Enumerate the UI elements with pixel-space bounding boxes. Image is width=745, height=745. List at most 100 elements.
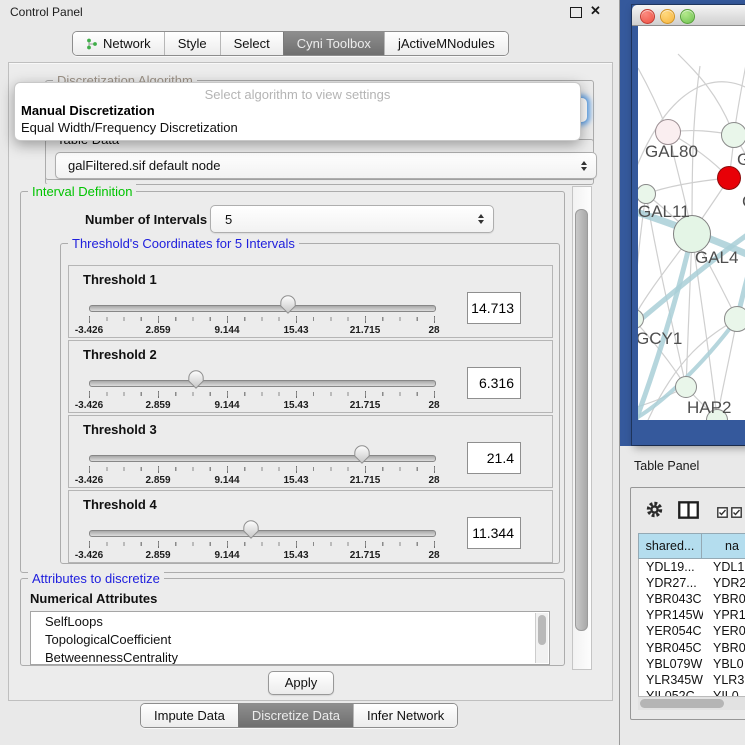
cell: YBR045C: [639, 641, 703, 655]
close-window-icon[interactable]: ✕: [590, 3, 601, 19]
list-item-selfloops[interactable]: SelfLoops: [31, 612, 549, 630]
network-window-titlebar[interactable]: [632, 5, 745, 26]
scale-label: 15.43: [283, 400, 308, 411]
cell: YPR1: [703, 608, 745, 622]
table-row[interactable]: YDL19...YDL1: [639, 559, 745, 575]
panel-scrollbar[interactable]: [572, 186, 592, 670]
threshold-4-slider[interactable]: -3.426 2.859 9.144 15.43 21.715 28: [89, 491, 434, 562]
threshold-value-field[interactable]: [467, 442, 521, 474]
scale-label: -3.426: [75, 400, 103, 411]
list-item-betweennesscentrality[interactable]: BetweennessCentrality: [31, 648, 549, 665]
close-button[interactable]: [640, 9, 655, 24]
table-panel-window: shared... na YDL19...YDL1 YDR27...YDR2 Y…: [630, 487, 745, 720]
network-view-window: GAL80 GA C GAL11 GAL4 GCY1 H HAP2: [632, 5, 745, 445]
minor-ticks: [89, 317, 435, 321]
table-data-combobox[interactable]: galFiltered.sif default node: [55, 152, 597, 179]
threshold-value-field[interactable]: [467, 292, 521, 324]
apply-button[interactable]: Apply: [268, 671, 334, 695]
network-canvas[interactable]: GAL80 GA C GAL11 GAL4 GCY1 H HAP2: [638, 26, 745, 420]
tab-style[interactable]: Style: [164, 32, 220, 55]
node-label-gcy1: GCY1: [638, 329, 682, 349]
slider-track[interactable]: [89, 380, 436, 387]
list-scrollbar-thumb[interactable]: [538, 615, 546, 645]
cell: YER0: [703, 624, 745, 638]
tab-cyni-toolbox[interactable]: Cyni Toolbox: [283, 32, 384, 55]
tab-label: Discretize Data: [252, 708, 340, 723]
tab-infer-network[interactable]: Infer Network: [353, 704, 457, 727]
table-row[interactable]: YER054CYER0: [639, 623, 745, 639]
threshold-value-field[interactable]: [467, 517, 521, 549]
tab-select[interactable]: Select: [220, 32, 283, 55]
cell: YDL19...: [639, 560, 703, 574]
scale-label: -3.426: [75, 325, 103, 336]
cell: YBR043C: [639, 592, 703, 606]
zoom-button[interactable]: [680, 9, 695, 24]
numerical-attributes-heading: Numerical Attributes: [30, 591, 157, 606]
slider-thumb[interactable]: [243, 520, 259, 539]
threshold-2-slider[interactable]: -3.426 2.859 9.144 15.43 21.715 28: [89, 341, 434, 412]
network-node-h[interactable]: [724, 306, 745, 332]
scale-label: 15.43: [283, 325, 308, 336]
table-scrollbar-thumb[interactable]: [640, 699, 724, 708]
list-scrollbar[interactable]: [535, 613, 548, 663]
scale-label: 2.859: [145, 400, 170, 411]
algorithm-dropdown-popup: Select algorithm to view settings Manual…: [14, 82, 581, 141]
tab-label: jActiveMNodules: [398, 36, 495, 51]
scale-label: 2.859: [145, 475, 170, 486]
scale-label: 9.144: [214, 550, 239, 561]
split-panel-icon[interactable]: [678, 501, 699, 524]
gear-icon[interactable]: [645, 500, 664, 524]
network-node-hap2[interactable]: [675, 376, 697, 398]
threshold-3-slider[interactable]: -3.426 2.859 9.144 15.43 21.715 28: [89, 416, 434, 487]
table-row[interactable]: YLR345WYLR3: [639, 672, 745, 688]
scale-label: -3.426: [75, 475, 103, 486]
tab-label: Infer Network: [367, 708, 444, 723]
table-row[interactable]: YDR27...YDR2: [639, 575, 745, 591]
tab-network[interactable]: Network: [73, 32, 164, 55]
table-row[interactable]: YIL052CYIL0: [639, 688, 745, 696]
minimize-button[interactable]: [660, 9, 675, 24]
cell: YIL0: [703, 689, 739, 696]
network-icon: [86, 38, 98, 50]
threshold-1-slider[interactable]: -3.426 2.859 9.144 15.43 21.715 28: [89, 266, 434, 337]
checkbox-icon[interactable]: [717, 505, 728, 523]
slider-track[interactable]: [89, 530, 436, 537]
tab-label: Select: [234, 36, 270, 51]
cell: YBR0: [703, 641, 745, 655]
scale-label: 21.715: [350, 475, 381, 486]
threshold-value-field[interactable]: [467, 367, 521, 399]
node-label-gal11: GAL11: [638, 202, 690, 222]
scale-label: 15.43: [283, 475, 308, 486]
column-header-name[interactable]: na: [701, 533, 745, 559]
tab-discretize-data[interactable]: Discretize Data: [238, 704, 353, 727]
tab-label: Network: [103, 36, 151, 51]
table-row[interactable]: YPR145WYPR1: [639, 607, 745, 623]
tab-impute-data[interactable]: Impute Data: [141, 704, 238, 727]
tab-label: Cyni Toolbox: [297, 36, 371, 51]
network-node-top-right[interactable]: [721, 122, 745, 148]
panel-scrollbar-thumb[interactable]: [575, 209, 588, 631]
number-of-intervals-combobox[interactable]: 5: [210, 205, 494, 233]
tab-jactivemnodules[interactable]: jActiveMNodules: [384, 32, 508, 55]
table-row[interactable]: YBR043CYBR0: [639, 591, 745, 607]
slider-track[interactable]: [89, 455, 436, 462]
option-manual-discretization[interactable]: Manual Discretization: [21, 103, 155, 118]
checkbox-icon[interactable]: [731, 505, 742, 523]
float-window-icon[interactable]: [570, 7, 582, 18]
table-row[interactable]: YBL079WYBL0: [639, 656, 745, 672]
slider-thumb[interactable]: [354, 445, 370, 464]
column-header-shared-name[interactable]: shared...: [638, 533, 702, 559]
slider-thumb[interactable]: [280, 295, 296, 314]
table-row[interactable]: YBR045CYBR0: [639, 639, 745, 655]
list-item-topologicalcoefficient[interactable]: TopologicalCoefficient: [31, 630, 549, 648]
slider-thumb[interactable]: [188, 370, 204, 389]
slider-track[interactable]: [89, 305, 436, 312]
option-equal-width-frequency[interactable]: Equal Width/Frequency Discretization: [21, 120, 238, 135]
cell: YDR2: [703, 576, 745, 590]
scale-label: -3.426: [75, 550, 103, 561]
scale-label: 28: [428, 475, 439, 486]
thresholds-group-title: Threshold's Coordinates for 5 Intervals: [68, 236, 299, 251]
table-horizontal-scrollbar[interactable]: [638, 696, 745, 710]
node-label-gal80: GAL80: [645, 142, 698, 162]
control-panel-tabs: Network Style Select Cyni Toolbox jActiv…: [72, 31, 509, 56]
